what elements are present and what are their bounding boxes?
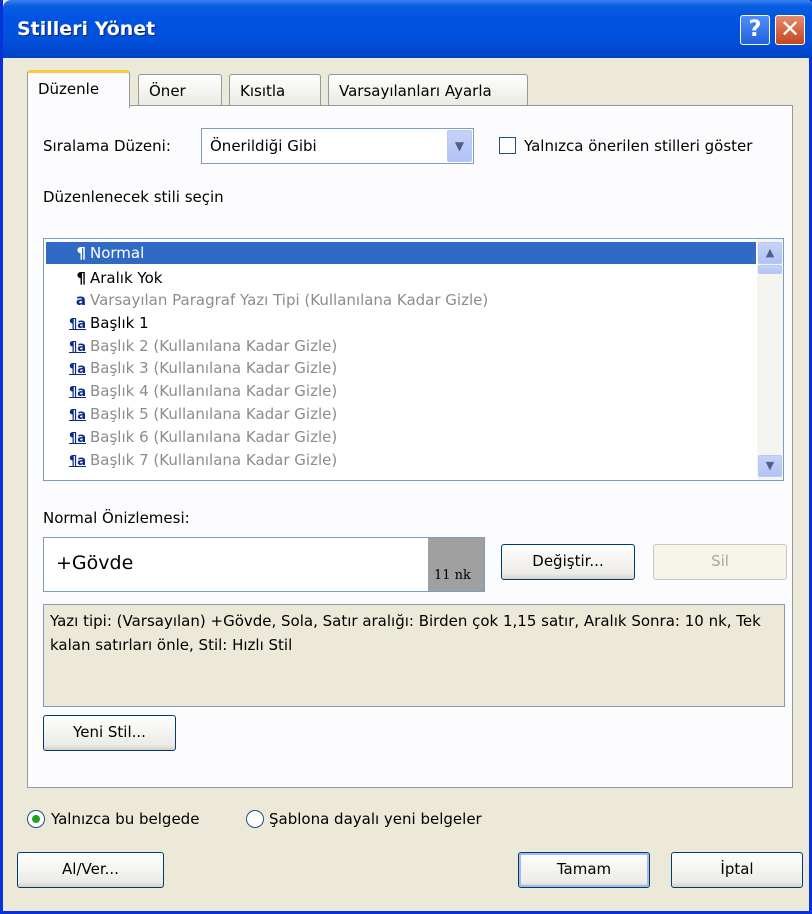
linked-style-icon: ¶a (68, 340, 86, 355)
only-recommended-checkbox[interactable] (499, 137, 516, 154)
manage-styles-dialog: Stilleri Yönet ? ✕ Düzenle Öner Kısıtla … (0, 0, 812, 914)
tab-restrict[interactable]: Kısıtla (229, 74, 321, 108)
tab-set-defaults[interactable]: Varsayılanları Ayarla (328, 74, 528, 108)
cancel-button[interactable]: İptal (671, 852, 803, 888)
list-item-label: Başlık 7 (Kullanılana Kadar Gizle) (90, 451, 338, 469)
list-item-label: Başlık 4 (Kullanılana Kadar Gizle) (90, 382, 338, 400)
scroll-thumb[interactable] (758, 265, 782, 274)
style-list-scrollbar[interactable]: ▲ ▼ (757, 239, 783, 480)
chevron-down-icon[interactable]: ▼ (447, 130, 472, 162)
style-listbox[interactable]: ¶ Normal ¶ Aralık Yok a Varsayılan Paragraf… (43, 238, 784, 481)
import-export-button[interactable]: Al/Ver... (17, 852, 164, 888)
preview-size: 11 nk (428, 538, 484, 591)
new-documents-radio[interactable] (246, 810, 264, 828)
list-item-label: Normal (90, 244, 145, 262)
dialog-title: Stilleri Yönet (17, 18, 156, 40)
list-item[interactable]: ¶a Başlık 3 (Kullanılana Kadar Gizle) (46, 357, 756, 379)
linked-style-icon: ¶a (68, 362, 86, 377)
sort-order-label: Sıralama Düzeni: (43, 137, 171, 155)
ok-button[interactable]: Tamam (518, 852, 650, 888)
help-button[interactable]: ? (740, 15, 770, 45)
list-item-label: Başlık 6 (Kullanılana Kadar Gizle) (90, 428, 338, 446)
linked-style-icon: ¶a (68, 408, 86, 423)
character-style-icon: a (75, 291, 86, 309)
close-button[interactable]: ✕ (775, 15, 805, 45)
list-item-label: Başlık 2 (Kullanılana Kadar Gizle) (90, 337, 338, 355)
list-item[interactable]: a Varsayılan Paragraf Yazı Tipi (Kullanıl… (46, 289, 756, 311)
list-item[interactable]: ¶a Başlık 2 (Kullanılana Kadar Gizle) (46, 335, 756, 357)
list-item[interactable]: ¶a Başlık 1 (46, 312, 756, 334)
list-item[interactable]: ¶a Başlık 7 (Kullanılana Kadar Gizle) (46, 449, 756, 471)
preview-label: Normal Önizlemesi: (43, 509, 190, 527)
list-item[interactable]: ¶a Başlık 5 (Kullanılana Kadar Gizle) (46, 403, 756, 425)
list-item-label: Varsayılan Paragraf Yazı Tipi (Kullanıla… (90, 291, 489, 309)
preview-font: +Gövde (56, 552, 134, 574)
new-style-button[interactable]: Yeni Stil... (43, 715, 176, 751)
radio-selected-dot (32, 815, 40, 823)
scroll-down-icon[interactable]: ▼ (758, 455, 782, 477)
sort-order-value: Önerildiği Gibi (210, 137, 317, 155)
paragraph-style-icon: ¶ (76, 269, 86, 287)
list-item[interactable]: ¶ Normal (46, 242, 756, 264)
list-item-label: Başlık 3 (Kullanılana Kadar Gizle) (90, 359, 338, 377)
list-item-label: Başlık 1 (90, 314, 149, 332)
linked-style-icon: ¶a (68, 317, 86, 332)
tab-recommend[interactable]: Öner (138, 74, 222, 108)
linked-style-icon: ¶a (68, 431, 86, 446)
list-item[interactable]: ¶ Aralık Yok (46, 267, 756, 289)
sort-order-select[interactable]: Önerildiği Gibi ▼ (201, 128, 474, 164)
scroll-up-icon[interactable]: ▲ (758, 242, 782, 264)
paragraph-style-icon: ¶ (76, 244, 86, 262)
new-documents-label: Şablona dayalı yeni belgeler (269, 810, 482, 828)
list-item-label: Aralık Yok (90, 269, 163, 287)
this-document-radio[interactable] (27, 810, 45, 828)
style-preview: +Gövde 11 nk (43, 537, 485, 592)
list-item-label: Başlık 5 (Kullanılana Kadar Gizle) (90, 405, 338, 423)
only-recommended-label: Yalnızca önerilen stilleri göster (524, 137, 753, 155)
style-description: Yazı tipi: (Varsayılan) +Gövde, Sola, Sa… (43, 604, 785, 707)
title-bar[interactable]: Stilleri Yönet ? ✕ (3, 0, 812, 58)
modify-button[interactable]: Değiştir... (501, 544, 635, 580)
select-style-label: Düzenlenecek stili seçin (43, 188, 224, 206)
linked-style-icon: ¶a (68, 385, 86, 400)
this-document-label: Yalnızca bu belgede (51, 810, 200, 828)
linked-style-icon: ¶a (68, 454, 86, 469)
list-item[interactable]: ¶a Başlık 4 (Kullanılana Kadar Gizle) (46, 380, 756, 402)
tab-edit[interactable]: Düzenle (27, 70, 130, 108)
list-item[interactable]: ¶a Başlık 6 (Kullanılana Kadar Gizle) (46, 426, 756, 448)
delete-button[interactable]: Sil (653, 544, 787, 580)
